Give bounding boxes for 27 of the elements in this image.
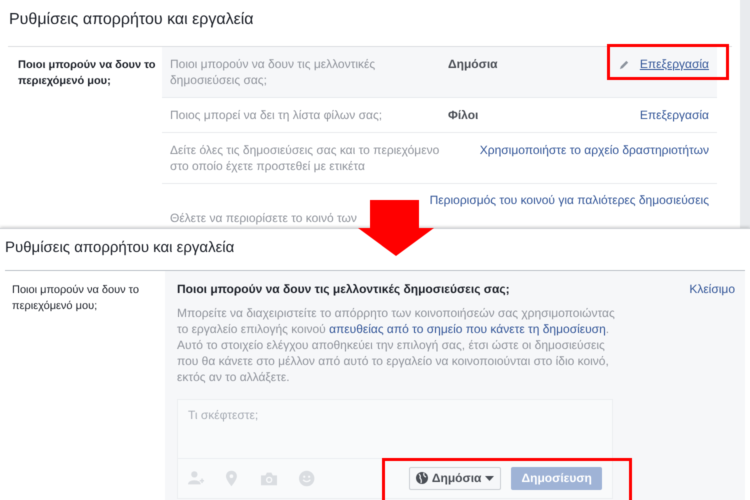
audience-dropdown[interactable]: Δημόσια [408, 466, 502, 490]
camera-icon[interactable] [261, 470, 278, 486]
panel-title: Ρυθμίσεις απορρήτου και εργαλεία [8, 10, 255, 30]
globe-icon [416, 472, 428, 484]
post-input[interactable]: Τι σκέφτεστε; [177, 398, 613, 458]
section-label: Ποιοι μπορούν να δουν το περιεχόμενό μου; [17, 58, 156, 89]
edit-link[interactable]: Επεξεργασία [640, 107, 709, 123]
smiley-icon[interactable] [299, 470, 315, 486]
edit-link[interactable]: Επεξεργασία [640, 56, 709, 72]
close-link[interactable]: Κλείσιμο [689, 280, 735, 296]
edit-link[interactable]: Χρησιμοποιήστε το αρχείο δραστηριοτήτων [480, 142, 709, 158]
inline-link[interactable]: απευθείας από το σημείο που κάνετε τη δημοσίευση [329, 322, 606, 336]
edit-link[interactable]: Περιορισμός του κοινού για παλιότερες δημοσιεύσεις [430, 192, 709, 208]
setting-value: Φίλοι [447, 107, 478, 123]
setting-heading: Ποιοι μπορούν να δουν τις μελλοντικές δημοσιεύσεις σας; [177, 280, 510, 296]
setting-question: Δείτε όλες τις δημοσιεύσεις σας και το περιεχόμενο στο οποίο έχετε προστεθεί με ετικέτα [170, 142, 440, 174]
caret-icon [485, 476, 494, 480]
add-person-icon[interactable] [188, 470, 204, 486]
location-pin-icon[interactable] [226, 470, 238, 486]
setting-question: Θέλετε να περιορίσετε το κοινό των [170, 210, 358, 227]
setting-question: Ποιος μπορεί να δει τη λίστα φίλων σας; [170, 107, 384, 123]
setting-description: Μπορείτε να διαχειριστείτε το απόρρητο των κοινοποιήσεών σας χρησιμοποιώντας το εργαλείο επιλογής κοινού απευθείας από το σημείο που κάνετε τη δημοσίευση. Αυτό το στοιχείο ελέγχου αποθηκεύει την επιλογή σας, έτσι ώστε οι δημοσιεύσεις που θα κάνετε στο μέλλον από αυτό το εργαλείο να κοινοποιούνται στο ίδιο κοινό, εκτός αν το αλλάξετε. [177, 304, 616, 384]
setting-question: Ποιοι μπορούν να δουν τις μελλοντικές δημοσιεύσεις σας; [170, 56, 376, 88]
pencil-icon [618, 58, 630, 70]
panel-title: Ρυθμίσεις απορρήτου και εργαλεία [4, 238, 236, 258]
section-label: Ποιοι μπορούν να δουν το περιεχόμενό μου; [11, 282, 140, 314]
setting-value: Δημόσια [447, 56, 498, 72]
